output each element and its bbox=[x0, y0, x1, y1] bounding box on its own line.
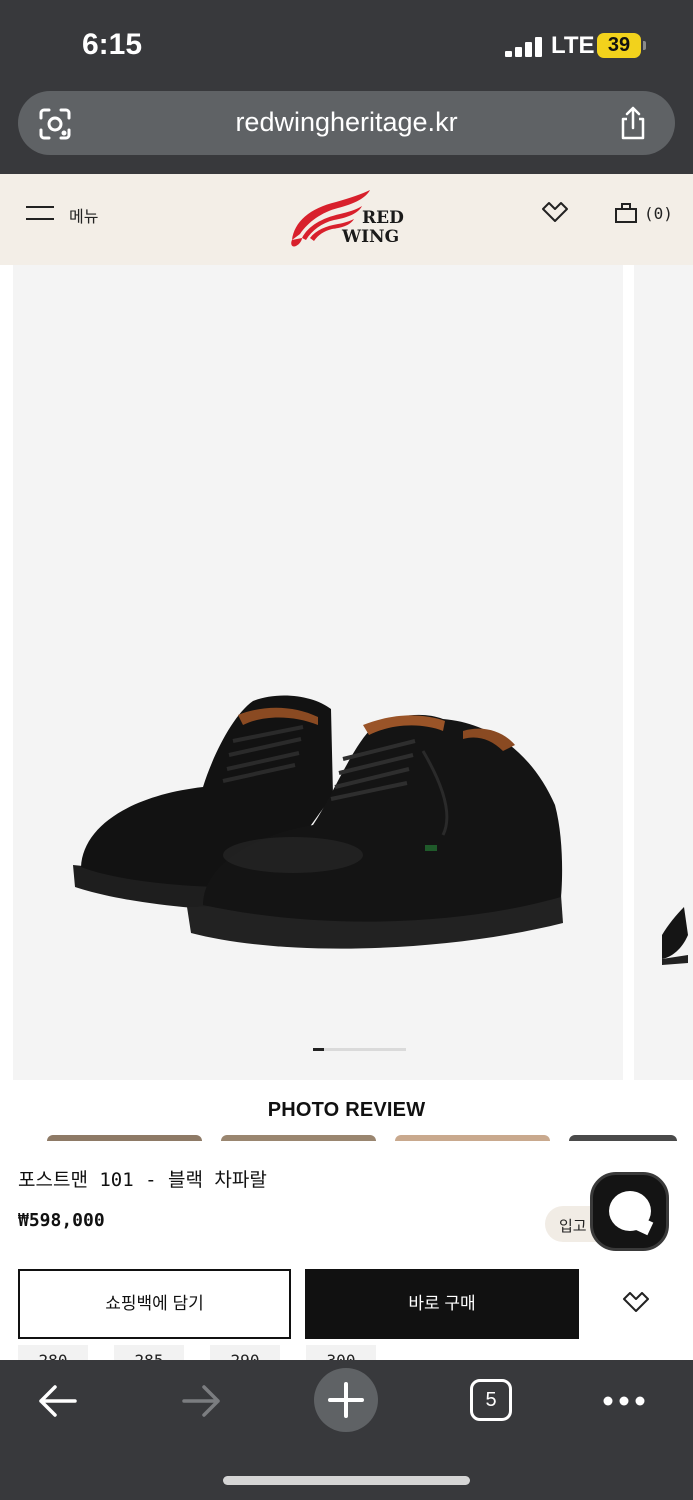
gallery-pagination bbox=[313, 1048, 406, 1051]
cart-count[interactable]: (0) bbox=[644, 204, 673, 223]
review-thumbnail[interactable] bbox=[221, 1135, 376, 1141]
review-thumbnail[interactable] bbox=[569, 1135, 677, 1141]
tabs-icon[interactable]: 5 bbox=[470, 1379, 512, 1421]
size-option[interactable]: 300 bbox=[306, 1345, 376, 1360]
size-options: 280 285 290 300 bbox=[18, 1345, 418, 1360]
logo-text-wing: WING bbox=[341, 227, 399, 247]
battery-icon: 39 bbox=[597, 33, 641, 58]
status-time: 6:15 bbox=[82, 28, 143, 61]
forward-arrow-icon[interactable] bbox=[182, 1384, 222, 1418]
battery-tip bbox=[643, 41, 646, 50]
size-option[interactable]: 280 bbox=[18, 1345, 88, 1360]
product-price: ₩598,000 bbox=[18, 1210, 105, 1231]
product-gallery[interactable] bbox=[0, 265, 693, 1080]
size-option[interactable]: 290 bbox=[210, 1345, 280, 1360]
signal-strength-icon bbox=[505, 37, 543, 57]
hamburger-menu-icon[interactable] bbox=[26, 204, 54, 222]
home-indicator bbox=[223, 1476, 470, 1485]
add-to-cart-button[interactable]: 쇼핑백에 담기 bbox=[18, 1269, 291, 1339]
purchase-panel: 포스트맨 101 - 블랙 차파랄 ₩598,000 입고 쇼핑백에 담기 바로… bbox=[0, 1142, 693, 1360]
back-arrow-icon[interactable] bbox=[37, 1384, 77, 1418]
wishlist-heart-icon[interactable] bbox=[622, 1292, 650, 1314]
size-option[interactable]: 285 bbox=[114, 1345, 184, 1360]
buy-now-button[interactable]: 바로 구매 bbox=[305, 1269, 579, 1339]
status-bar: 6:15 LTE 39 bbox=[0, 0, 693, 88]
gallery-pagination-active bbox=[313, 1048, 324, 1051]
logo-text-red: RED bbox=[362, 208, 404, 228]
chat-button[interactable] bbox=[590, 1172, 669, 1251]
network-type: LTE bbox=[551, 32, 595, 59]
url-bar[interactable]: redwingheritage.kr bbox=[18, 91, 675, 155]
url-text[interactable]: redwingheritage.kr bbox=[18, 107, 675, 138]
photo-review-title: PHOTO REVIEW bbox=[267, 1099, 426, 1121]
product-page: PHOTO REVIEW 포스트맨 101 - 블랙 차파랄 ₩598,000 … bbox=[0, 265, 693, 1360]
review-thumbnail[interactable] bbox=[47, 1135, 202, 1141]
red-wing-logo[interactable]: RED WING bbox=[288, 188, 418, 248]
more-icon[interactable] bbox=[603, 1396, 645, 1406]
gallery-slide-current[interactable] bbox=[13, 265, 623, 1080]
new-tab-button[interactable] bbox=[314, 1368, 378, 1432]
menu-label[interactable]: 메뉴 bbox=[69, 203, 98, 227]
site-header: 메뉴 RED WING (0) bbox=[0, 174, 693, 265]
browser-toolbar: 5 bbox=[0, 1360, 693, 1500]
product-shoe-image bbox=[73, 695, 563, 949]
browser-address-area: redwingheritage.kr bbox=[0, 88, 693, 174]
review-thumbnail[interactable] bbox=[395, 1135, 550, 1141]
plus-icon bbox=[328, 1382, 364, 1418]
photo-review-thumbnails[interactable] bbox=[47, 1135, 677, 1141]
gallery-slide-next[interactable] bbox=[634, 265, 693, 1080]
product-shoe-image-peek bbox=[662, 907, 688, 965]
shopping-bag-icon[interactable] bbox=[614, 200, 638, 224]
heart-icon[interactable] bbox=[541, 201, 569, 225]
product-name: 포스트맨 101 - 블랙 차파랄 bbox=[18, 1169, 267, 1191]
share-icon[interactable] bbox=[618, 105, 648, 141]
